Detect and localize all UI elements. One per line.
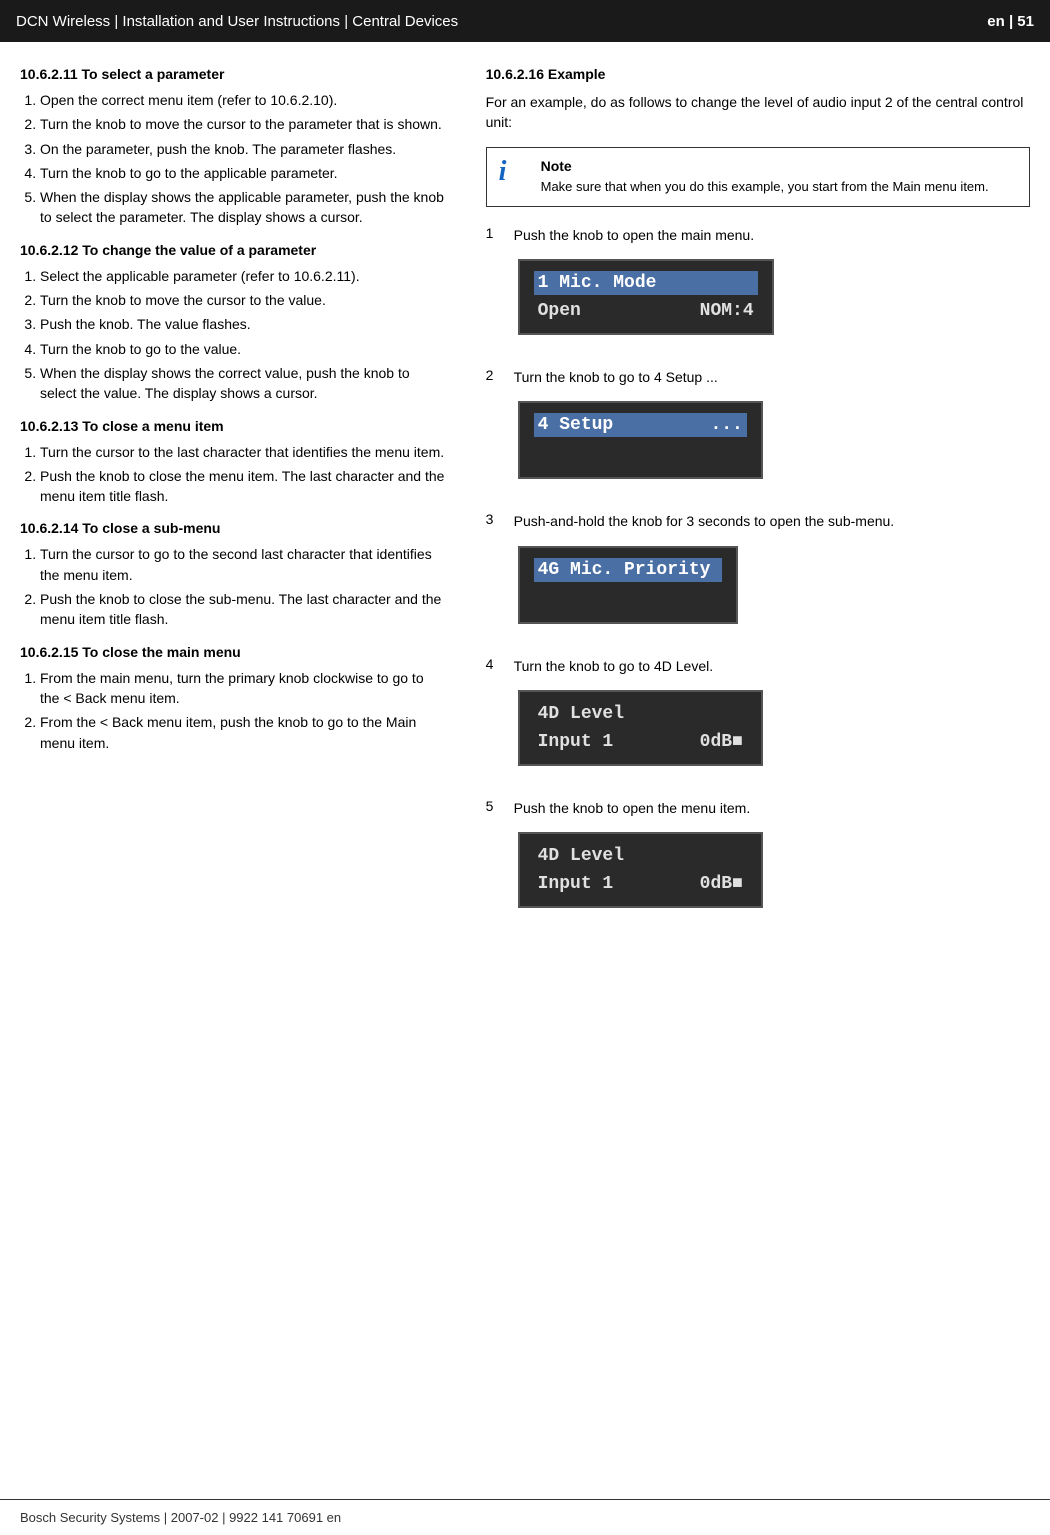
brand-name: DCN Wireless <box>16 13 110 30</box>
list-item: Turn the cursor to go to the second last… <box>40 544 446 585</box>
header-title: DCN Wireless | Installation and User Ins… <box>16 13 458 30</box>
step-text: Turn the knob to go to 4 Setup ... <box>514 367 718 387</box>
list-item: Turn the cursor to the last character th… <box>40 442 446 462</box>
section-title: Central Devices <box>352 13 458 30</box>
lcd-row2: Input 1 0dB■ <box>534 872 747 896</box>
lcd-row2: Input 1 0dB■ <box>534 730 747 754</box>
note-box: i Note Make sure that when you do this e… <box>486 147 1030 207</box>
left-column: 10.6.2.11 To select a parameter Open the… <box>20 66 476 940</box>
section-heading-10-6-2-14: 10.6.2.14 To close a sub-menu <box>20 520 446 536</box>
right-column: 10.6.2.16 Example For an example, do as … <box>476 66 1030 940</box>
step-text: Push-and-hold the knob for 3 seconds to … <box>514 511 895 531</box>
step-2: 2 Turn the knob to go to 4 Setup ... 4 S… <box>486 367 1030 495</box>
lcd-row1: 4D Level <box>534 844 747 868</box>
section-heading-10-6-2-15: 10.6.2.15 To close the main menu <box>20 644 446 660</box>
section-heading-10-6-2-11: 10.6.2.11 To select a parameter <box>20 66 446 82</box>
list-item: Select the applicable parameter (refer t… <box>40 266 446 286</box>
steps-list-10-6-2-12: Select the applicable parameter (refer t… <box>20 266 446 404</box>
lcd-row2 <box>534 441 747 467</box>
note-content: Note Make sure that when you do this exa… <box>541 158 989 196</box>
lcd-row1: 4 Setup ... <box>534 413 747 437</box>
lcd-row2: Open NOM:4 <box>534 299 758 323</box>
list-item: From the < Back menu item, push the knob… <box>40 712 446 753</box>
footer-text: Bosch Security Systems | 2007-02 | 9922 … <box>20 1510 341 1525</box>
step-number: 5 <box>486 798 504 814</box>
page-footer: Bosch Security Systems | 2007-02 | 9922 … <box>0 1499 1050 1535</box>
list-item: Turn the knob to go to the applicable pa… <box>40 163 446 183</box>
steps-list-10-6-2-14: Turn the cursor to go to the second last… <box>20 544 446 629</box>
list-item: Push the knob to close the menu item. Th… <box>40 466 446 507</box>
section-heading-10-6-2-16: 10.6.2.16 Example <box>486 66 1030 82</box>
list-item: Open the correct menu item (refer to 10.… <box>40 90 446 110</box>
steps-list-10-6-2-15: From the main menu, turn the primary kno… <box>20 668 446 753</box>
page-header: DCN Wireless | Installation and User Ins… <box>0 0 1050 42</box>
step-number: 3 <box>486 511 504 527</box>
section-10-6-2-14: 10.6.2.14 To close a sub-menu Turn the c… <box>20 520 446 629</box>
list-item: On the parameter, push the knob. The par… <box>40 139 446 159</box>
main-content: 10.6.2.11 To select a parameter Open the… <box>0 42 1050 940</box>
info-icon: i <box>499 158 529 186</box>
lcd-screen-3: 4G Mic. Priority <box>518 546 738 624</box>
note-text: Make sure that when you do this example,… <box>541 178 989 196</box>
section-heading-10-6-2-12: 10.6.2.12 To change the value of a param… <box>20 242 446 258</box>
steps-list-10-6-2-11: Open the correct menu item (refer to 10.… <box>20 90 446 228</box>
step-3: 3 Push-and-hold the knob for 3 seconds t… <box>486 511 1030 639</box>
steps-list-10-6-2-13: Turn the cursor to the last character th… <box>20 442 446 507</box>
section-heading-10-6-2-13: 10.6.2.13 To close a menu item <box>20 418 446 434</box>
section-10-6-2-13: 10.6.2.13 To close a menu item Turn the … <box>20 418 446 507</box>
list-item: Push the knob to close the sub-menu. The… <box>40 589 446 630</box>
list-item: Turn the knob to go to the value. <box>40 339 446 359</box>
list-item: From the main menu, turn the primary kno… <box>40 668 446 709</box>
list-item: When the display shows the correct value… <box>40 363 446 404</box>
list-item: Turn the knob to move the cursor to the … <box>40 290 446 310</box>
list-item: When the display shows the applicable pa… <box>40 187 446 228</box>
lcd-row1: 4G Mic. Priority <box>534 558 722 582</box>
lcd-screen-5: 4D Level Input 1 0dB■ <box>518 832 763 908</box>
list-item: Turn the knob to move the cursor to the … <box>40 114 446 134</box>
lcd-row1: 4D Level <box>534 702 747 726</box>
section-10-6-2-12: 10.6.2.12 To change the value of a param… <box>20 242 446 404</box>
doc-title: Installation and User Instructions <box>122 13 340 30</box>
step-text: Push the knob to open the menu item. <box>514 798 751 818</box>
page-number: en | 51 <box>987 13 1034 30</box>
step-text: Turn the knob to go to 4D Level. <box>514 656 714 676</box>
lcd-screen-1: 1 Mic. Mode Open NOM:4 <box>518 259 774 335</box>
lcd-screen-4: 4D Level Input 1 0dB■ <box>518 690 763 766</box>
section-10-6-2-11: 10.6.2.11 To select a parameter Open the… <box>20 66 446 228</box>
lcd-row2 <box>534 586 722 612</box>
step-5: 5 Push the knob to open the menu item. 4… <box>486 798 1030 924</box>
step-1: 1 Push the knob to open the main menu. 1… <box>486 225 1030 351</box>
lcd-screen-2: 4 Setup ... <box>518 401 763 479</box>
note-title: Note <box>541 158 989 174</box>
step-number: 1 <box>486 225 504 241</box>
section-10-6-2-15: 10.6.2.15 To close the main menu From th… <box>20 644 446 753</box>
step-number: 4 <box>486 656 504 672</box>
section-intro: For an example, do as follows to change … <box>486 92 1030 133</box>
list-item: Push the knob. The value flashes. <box>40 314 446 334</box>
step-4: 4 Turn the knob to go to 4D Level. 4D Le… <box>486 656 1030 782</box>
step-text: Push the knob to open the main menu. <box>514 225 755 245</box>
lcd-row1: 1 Mic. Mode <box>534 271 758 295</box>
step-number: 2 <box>486 367 504 383</box>
